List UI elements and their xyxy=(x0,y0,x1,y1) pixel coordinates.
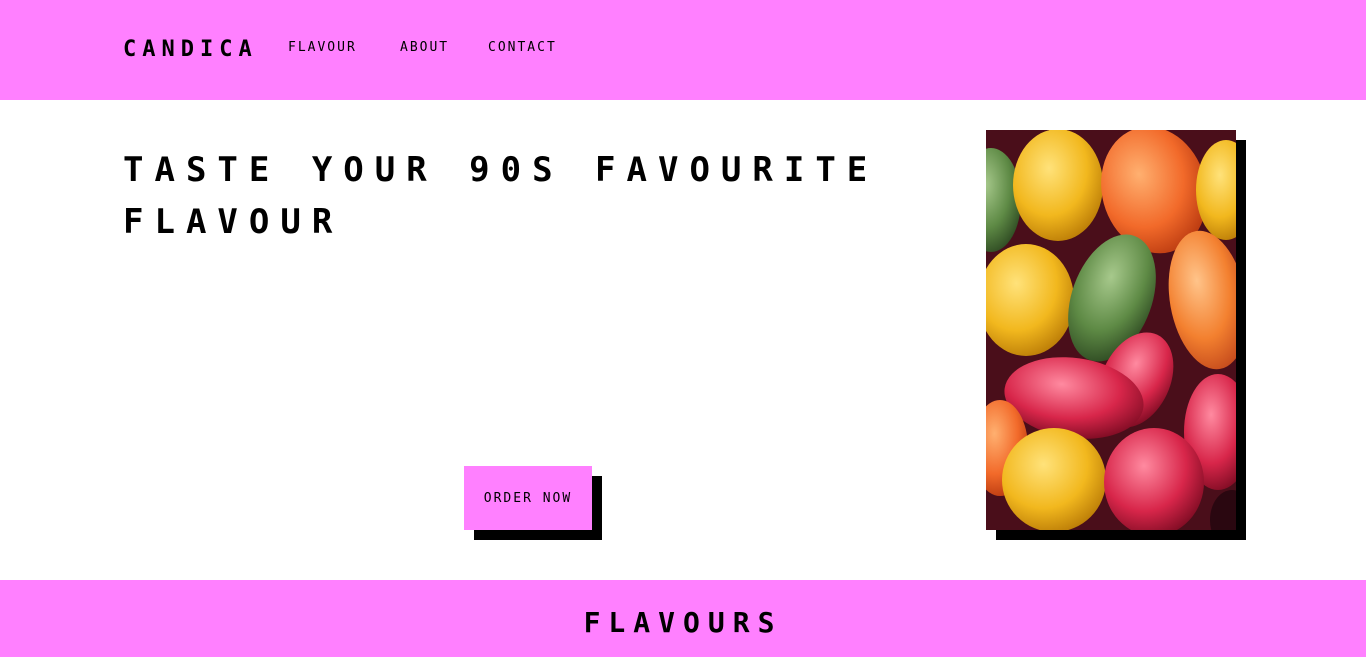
hero-title: TASTE YOUR 90S FAVOURITE FLAVOUR xyxy=(123,150,879,242)
candy-photo xyxy=(986,130,1236,530)
nav-link-flavour[interactable]: FLAVOUR xyxy=(288,40,400,56)
brand-logo[interactable]: CANDICA xyxy=(123,37,258,63)
flavours-section-title: FLAVOURS xyxy=(583,606,783,639)
nav-link-contact[interactable]: CONTACT xyxy=(488,40,578,56)
nav-link-about[interactable]: ABOUT xyxy=(400,40,488,56)
candy-illustration xyxy=(986,130,1236,530)
order-now-button[interactable]: ORDER NOW xyxy=(464,466,592,530)
main-nav: FLAVOUR ABOUT CONTACT xyxy=(288,40,578,56)
